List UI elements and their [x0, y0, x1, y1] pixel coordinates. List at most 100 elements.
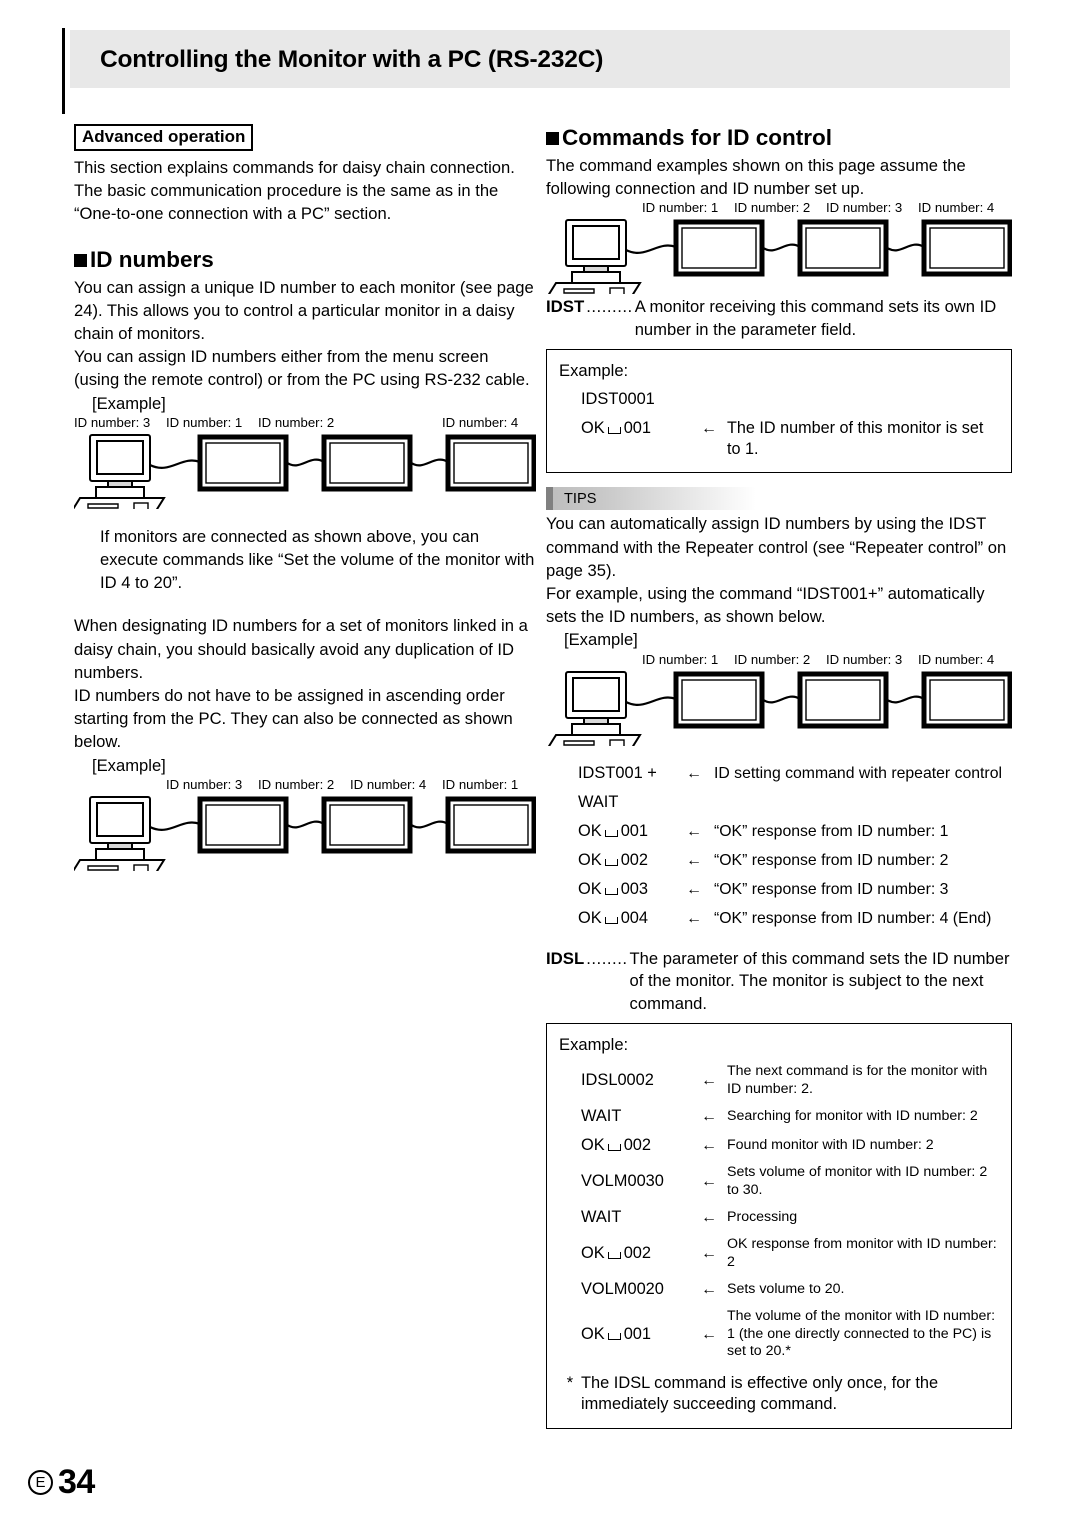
id-numbers-paragraph-2: You can assign ID numbers either from th… [74, 347, 530, 390]
idsl-row-8-command: OK 001 [581, 1324, 652, 1343]
space-glyph-icon [604, 887, 618, 895]
idst-example-title: Example: [559, 361, 629, 381]
diagram3-label-1: ID number: 1 [642, 200, 719, 216]
right-column: Commands for ID control The command exam… [546, 124, 1012, 1429]
idsl-footnote: * The IDSL command is effective only onc… [559, 1373, 999, 1416]
page-title: Controlling the Monitor with a PC (RS-23… [100, 46, 604, 73]
idsl-row-8-arrow: ← [701, 1325, 717, 1343]
idsl-example-title: Example: [559, 1035, 629, 1055]
tips-row-4-description: “OK” response from ID number: 2 [714, 851, 949, 869]
advanced-operation-label: Advanced operation [74, 124, 254, 151]
space-glyph-icon [607, 1144, 621, 1152]
space-glyph-icon [607, 1332, 621, 1340]
idst-row-1: IDST0001 [559, 389, 999, 410]
idsl-row-6-arrow: ← [701, 1245, 717, 1263]
idsl-row-6-description: OK response from monitor with ID number:… [727, 1236, 997, 1270]
tips-row-5-description: “OK” response from ID number: 3 [714, 880, 949, 898]
daisy-chain-diagram-1: ID number: 1 ID number: 2 ID number: 3 I… [74, 415, 536, 511]
tips-row-6-description: “OK” response from ID number: 4 (End) [714, 909, 992, 927]
idsl-row-5: WAIT ← Processing [559, 1207, 999, 1228]
space-glyph-icon [604, 916, 618, 924]
tips-label: TIPS [564, 491, 597, 508]
idsl-row-4-arrow: ← [701, 1173, 717, 1191]
daisy-chain-diagram-2: ID number: 3 ID number: 2 ID number: 4 I… [74, 777, 536, 873]
idsl-row-4-description: Sets volume of monitor with ID number: 2… [727, 1164, 988, 1198]
idsl-row-7: VOLM0020 ← Sets volume to 20. [559, 1279, 999, 1300]
idst-example-box: Example: IDST0001 OK 001 ← The ID number … [546, 349, 1012, 474]
diagram3-graphic [547, 219, 1012, 295]
diagram2-label-2: ID number: 2 [258, 776, 335, 792]
diagram4-label-4: ID number: 4 [918, 651, 995, 667]
idsl-footnote-text: The IDSL command is effective only once,… [581, 1373, 939, 1414]
idsl-row-1-description: The next command is for the monitor with… [727, 1063, 988, 1097]
idsl-row-5-description: Processing [727, 1208, 798, 1225]
tips-row-5-command: OK 003 [578, 879, 649, 898]
idsl-footnote-star: * [566, 1373, 574, 1392]
id-numbers-paragraph-1: You can assign a unique ID number to eac… [74, 277, 534, 344]
idsl-row-6-command: OK 002 [581, 1244, 652, 1263]
tips-row-6: OK 004 ← “OK” response from ID number: 4 … [546, 909, 1012, 928]
diagram3-label-3: ID number: 3 [826, 200, 903, 216]
left-column: Advanced operation This section explains… [74, 124, 536, 873]
idsl-row-2-arrow: ← [701, 1108, 717, 1126]
idst-definition: IDST ......... A monitor receiving this … [546, 296, 1012, 341]
diagram4-label-3: ID number: 3 [826, 651, 903, 667]
idsl-row-1-command: IDSL0002 [581, 1071, 654, 1090]
idsl-row-4: VOLM0030 ← Sets volume of monitor with I… [559, 1164, 999, 1199]
id-numbers-paragraph-4: When designating ID numbers for a set of… [74, 616, 528, 682]
tips-row-6-command: OK 004 [578, 908, 649, 927]
diagram4-label-1: ID number: 1 [642, 651, 719, 667]
space-glyph-icon [607, 1252, 621, 1260]
tips-row-2-command: WAIT [578, 792, 619, 811]
tips-row-3-command: OK 001 [578, 821, 649, 840]
tips-row-5-arrow: ← [686, 880, 702, 898]
tips-row-1: IDST001 + ← ID setting command with repe… [546, 764, 1012, 783]
advanced-operation-paragraph: This section explains commands for daisy… [74, 158, 515, 224]
daisy-chain-diagram-4: ID number: 1 ID number: 2 ID number: 3 I… [546, 652, 1012, 748]
diagram2-label-4: ID number: 1 [442, 776, 519, 792]
diagram2-graphic [74, 795, 536, 871]
tips-row-1-command: IDST001 + [578, 763, 657, 782]
idst-description: A monitor receiving this command sets it… [634, 297, 997, 339]
idst-row-2-description: The ID number of this monitor is set to … [727, 419, 984, 459]
idsl-row-3-command: OK 002 [581, 1136, 652, 1155]
diagram1-label-4: ID number: 4 [442, 414, 519, 430]
idsl-example-box: Example: IDSL0002 ← The next command is … [546, 1023, 1012, 1429]
diagram4-label-2: ID number: 2 [734, 651, 811, 667]
idsl-row-2-command: WAIT [581, 1107, 622, 1126]
tips-row-4: OK 002 ← “OK” response from ID number: 2 [546, 851, 1012, 870]
example-label-1: [Example] [92, 393, 166, 413]
idst-command-name: IDST [546, 297, 585, 317]
idsl-row-8: OK 001 ← The volume of the monitor with I… [559, 1308, 999, 1361]
left-margin-rule [62, 28, 65, 114]
diagram4-graphic [547, 670, 1012, 746]
page-number: 34 [58, 1463, 95, 1501]
diagram2-label-1: ID number: 3 [166, 776, 243, 792]
idsl-row-3-arrow: ← [701, 1137, 717, 1155]
diagram3-label-4: ID number: 4 [918, 200, 995, 216]
square-bullet-icon [546, 132, 559, 145]
tips-header: TIPS [546, 487, 756, 511]
daisy-chain-diagram-3: ID number: 1 ID number: 2 ID number: 3 I… [546, 200, 1012, 296]
tips-row-3-arrow: ← [686, 822, 702, 840]
idsl-row-4-command: VOLM0030 [581, 1172, 664, 1191]
idsl-definition: IDSL ........ The parameter of this comm… [546, 948, 1012, 1016]
idsl-command-name: IDSL [546, 948, 585, 968]
idsl-row-2-description: Searching for monitor with ID number: 2 [727, 1107, 978, 1124]
idsl-row-7-command: VOLM0020 [581, 1280, 664, 1299]
idsl-description: The parameter of this command sets the I… [629, 948, 1010, 1013]
idst-row-2: OK 001 ← The ID number of this monitor is… [559, 418, 999, 460]
tips-row-4-arrow: ← [686, 851, 702, 869]
commands-intro: The command examples shown on this page … [546, 156, 966, 199]
diagram1-graphic [74, 433, 536, 509]
idsl-row-7-description: Sets volume to 20. [727, 1280, 845, 1297]
page-footer: E 34 [28, 1463, 95, 1502]
example-label-2: [Example] [92, 755, 166, 775]
space-glyph-icon [604, 829, 618, 837]
diagram2-label-3: ID number: 4 [350, 776, 427, 792]
idsl-row-6: OK 002 ← OK response from monitor with ID… [559, 1236, 999, 1271]
id-numbers-heading-label: ID numbers [90, 246, 214, 272]
idsl-row-8-description: The volume of the monitor with ID number… [727, 1308, 996, 1360]
diagram1-label-1: ID number: 1 [166, 414, 243, 430]
idst-row-2-arrow: ← [701, 420, 717, 438]
